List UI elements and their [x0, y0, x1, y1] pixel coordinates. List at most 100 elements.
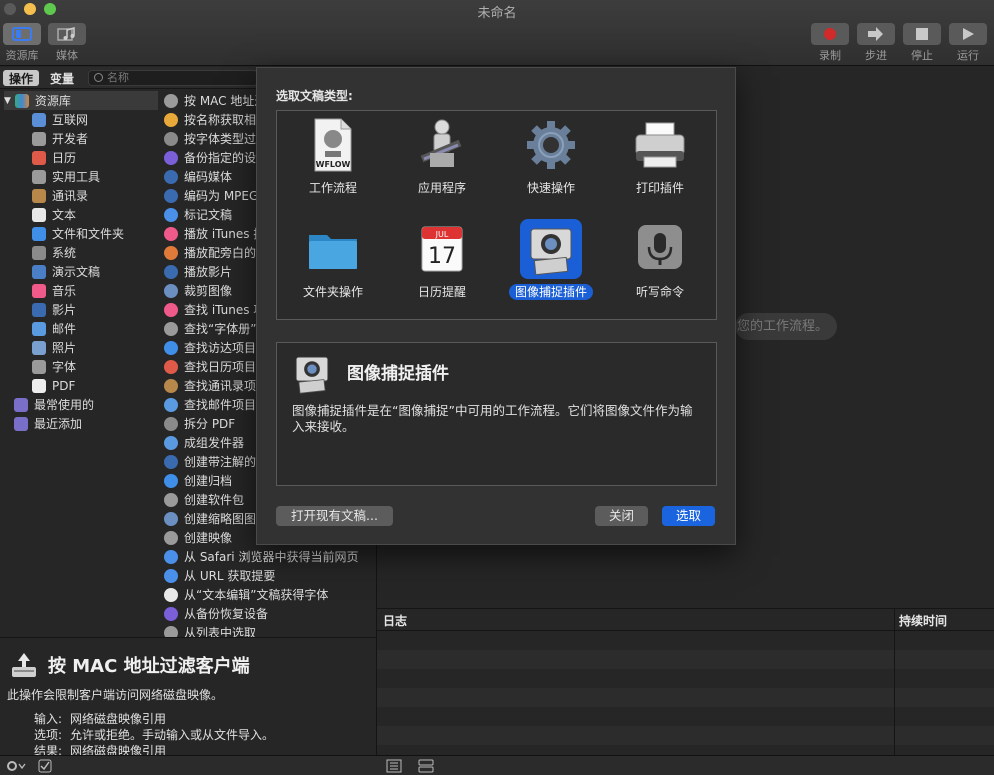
action-icon	[164, 549, 178, 564]
library-category-label: 文本	[52, 208, 77, 222]
action-icon	[164, 378, 178, 393]
library-category[interactable]: 影片	[32, 300, 76, 319]
library-category[interactable]: 文本	[32, 205, 76, 224]
action-item[interactable]: 成组发件器	[164, 433, 244, 452]
action-item[interactable]: 标记文稿	[164, 205, 232, 224]
library-category[interactable]: 演示文稿	[32, 262, 100, 281]
action-item[interactable]: 查找日历项目	[164, 357, 256, 376]
input-label: 输入:	[34, 712, 63, 726]
description-title: 按 MAC 地址过滤客户端	[48, 656, 250, 677]
action-item[interactable]: 从列表中选取	[164, 623, 256, 637]
bottom-bar	[0, 755, 994, 775]
record-label: 录制	[819, 49, 841, 62]
record-button[interactable]	[811, 23, 849, 45]
action-item[interactable]: 按名称获取相册	[164, 110, 268, 129]
action-label: 创建归档	[184, 474, 233, 488]
search-input[interactable]: 名称	[88, 70, 258, 86]
action-item[interactable]: 拆分 PDF	[164, 414, 235, 433]
library-category[interactable]: 开发者	[32, 129, 88, 148]
library-toggle-button[interactable]	[3, 23, 41, 45]
type-calendar-alarm[interactable]: JUL 17 日历提醒	[388, 217, 496, 317]
step-button[interactable]	[857, 23, 895, 45]
library-category[interactable]: 照片	[32, 338, 76, 357]
smart-group[interactable]: 最常使用的	[14, 395, 94, 414]
type-quick-action[interactable]: 快速操作	[497, 113, 605, 213]
step-label: 步进	[865, 49, 887, 62]
action-icon	[164, 625, 178, 637]
smart-group[interactable]: 最近添加	[14, 414, 82, 433]
library-category[interactable]: 通讯录	[32, 186, 88, 205]
library-root-label: 资源库	[34, 94, 71, 108]
library-category[interactable]: PDF	[32, 376, 75, 395]
search-icon	[94, 73, 103, 82]
stop-button[interactable]	[903, 23, 941, 45]
text-icon	[32, 207, 46, 222]
choose-button[interactable]: 选取	[662, 506, 715, 526]
action-item[interactable]: 创建软件包	[164, 490, 244, 509]
split-view-icon[interactable]	[418, 759, 434, 773]
action-label: 从备份恢复设备	[184, 607, 269, 621]
info-body: 图像捕捉插件是在“图像捕捉”中可用的工作流程。它们将图像文件作为输入来接收。	[292, 403, 693, 434]
music-icon	[32, 283, 46, 298]
run-button[interactable]	[949, 23, 987, 45]
action-item[interactable]: 播放影片	[164, 262, 232, 281]
library-category[interactable]: 互联网	[32, 110, 88, 129]
action-icon	[164, 454, 178, 469]
action-item[interactable]: 从备份恢复设备	[164, 604, 268, 623]
library-category[interactable]: 邮件	[32, 319, 76, 338]
action-item[interactable]: 按字体类型过滤	[164, 129, 268, 148]
library-category[interactable]: 文件和文件夹	[32, 224, 124, 243]
library-category[interactable]: 音乐	[32, 281, 76, 300]
action-item[interactable]: 编码为 MPEG	[164, 186, 258, 205]
action-item[interactable]: 创建归档	[164, 471, 232, 490]
type-dictation-command[interactable]: 听写命令	[606, 217, 714, 317]
tab-variables[interactable]: 变量	[44, 70, 80, 86]
action-item[interactable]: 查找通讯录项目	[164, 376, 268, 395]
action-icon	[164, 245, 178, 260]
library-category[interactable]: 实用工具	[32, 167, 100, 186]
image-capture-info-icon	[295, 356, 329, 394]
action-item[interactable]: 备份指定的设备	[164, 148, 268, 167]
action-item[interactable]: 查找邮件项目	[164, 395, 256, 414]
type-workflow[interactable]: WFLOW 工作流程	[279, 113, 387, 213]
tab-actions[interactable]: 操作	[3, 70, 40, 86]
action-label: 创建映像	[184, 531, 233, 545]
action-item[interactable]: 从“文本编辑”文稿获得字体	[164, 585, 328, 604]
type-image-capture-plugin[interactable]: 图像捕捉插件	[497, 217, 605, 317]
action-item[interactable]: 创建映像	[164, 528, 232, 547]
action-icon	[164, 169, 178, 184]
action-item[interactable]: 查找访达项目	[164, 338, 256, 357]
action-item[interactable]: 创建缩略图图像	[164, 509, 268, 528]
action-icon	[164, 188, 178, 203]
type-application[interactable]: 应用程序	[388, 113, 496, 213]
action-item[interactable]: 从 Safari 浏览器中获得当前网页	[164, 547, 358, 566]
library-category-label: 邮件	[52, 322, 77, 336]
type-image-capture-plugin-label: 图像捕捉插件	[497, 283, 605, 300]
log-column-header[interactable]: 日志	[383, 612, 407, 629]
pdf-icon	[32, 378, 46, 393]
type-folder-action[interactable]: 文件夹操作	[279, 217, 387, 317]
library-category-label: 通讯录	[52, 189, 89, 203]
duration-column-header[interactable]: 持续时间	[899, 612, 947, 629]
gear-menu-icon[interactable]	[6, 759, 26, 773]
action-item[interactable]: 裁剪图像	[164, 281, 232, 300]
library-list: ▼ 资源库 互联网 开发者 日历 实用工具通讯录文本文件和文件夹 系统 演示文稿 音乐 影片邮…	[0, 90, 158, 635]
log-row	[377, 688, 994, 707]
action-item[interactable]: 从 URL 获取提要	[164, 566, 275, 585]
action-label: 拆分 PDF	[184, 417, 236, 431]
log-column-separator	[894, 609, 895, 756]
disclosure-triangle-icon[interactable]: ▼	[4, 96, 11, 106]
list-view-icon[interactable]	[386, 759, 402, 773]
library-category[interactable]: 系统	[32, 243, 76, 262]
media-button[interactable]	[48, 23, 86, 45]
library-category[interactable]: 字体	[32, 357, 76, 376]
action-icon	[164, 321, 178, 336]
action-label: 查找日历项目	[184, 360, 257, 374]
library-category[interactable]: 日历	[32, 148, 76, 167]
open-existing-button[interactable]: 打开现有文稿...	[276, 506, 393, 526]
checkbox-menu-icon[interactable]	[38, 759, 52, 773]
library-root[interactable]: ▼ 资源库	[4, 91, 158, 110]
type-print-plugin[interactable]: 打印插件	[606, 113, 714, 213]
action-item[interactable]: 编码媒体	[164, 167, 232, 186]
close-button[interactable]: 关闭	[595, 506, 648, 526]
